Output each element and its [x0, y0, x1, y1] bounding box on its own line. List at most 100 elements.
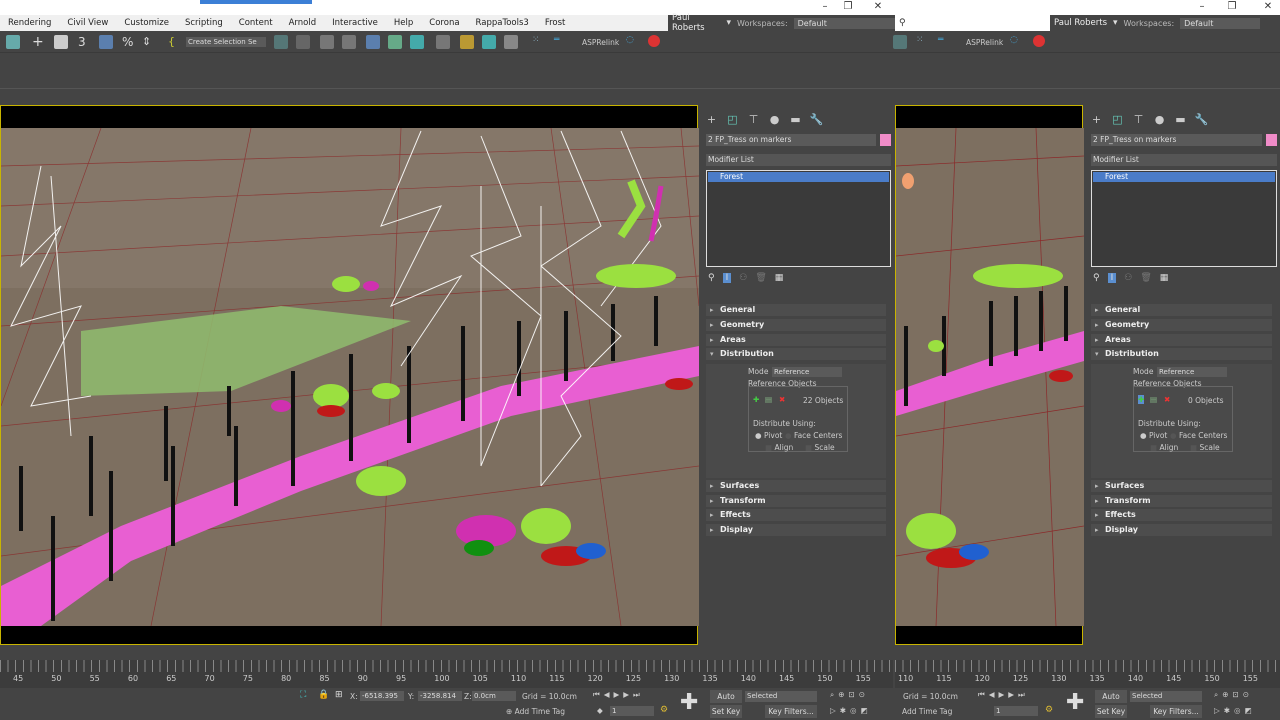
remove-modifier-icon[interactable]: 🗑	[1140, 273, 1151, 283]
utilities-tab-icon[interactable]: 🔧	[1194, 113, 1209, 128]
mode-dropdown[interactable]: Reference	[772, 367, 842, 377]
create-tab-icon[interactable]: +	[704, 113, 719, 128]
auto-key-button[interactable]: Auto Key	[710, 690, 742, 714]
stop-icon-2[interactable]	[1033, 35, 1045, 47]
add-list-icon[interactable]: ▤	[765, 395, 772, 404]
key-mode-icon[interactable]: ◆	[597, 706, 603, 715]
pivot-radio[interactable]: ● Pivot	[1140, 431, 1167, 440]
absolute-mode-icon[interactable]: ⊞	[335, 690, 343, 700]
scale-checkbox[interactable]: ■ Scale	[1190, 443, 1220, 452]
user-menu[interactable]: Paul Roberts	[672, 13, 721, 33]
key-mode-button[interactable]: ✚	[680, 690, 698, 715]
rollout-areas[interactable]: Areas	[1091, 334, 1272, 346]
object-color-swatch[interactable]	[880, 134, 891, 146]
ribbon-icon[interactable]	[342, 35, 356, 49]
menu-interactive[interactable]: Interactive	[324, 18, 386, 28]
utilities-tab-icon[interactable]: 🔧	[809, 113, 824, 128]
viewport-nav-controls[interactable]: ⌕⊕⊡⊙	[830, 690, 869, 700]
schematic-icon[interactable]	[410, 35, 424, 49]
pin-stack-icon[interactable]: ⚲	[1093, 273, 1100, 283]
move-icon[interactable]: +	[32, 35, 46, 49]
menu-arnold[interactable]: Arnold	[281, 18, 325, 28]
restore-icon[interactable]: ❐	[838, 1, 858, 12]
key-filter-dropdown[interactable]: Selected	[745, 691, 817, 702]
restore-icon-2[interactable]: ❐	[1222, 1, 1242, 12]
menu-scripting[interactable]: Scripting	[177, 18, 231, 28]
modifier-list-dropdown[interactable]: Modifier List	[1091, 154, 1277, 166]
face-centers-radio[interactable]: ● Face Centers	[785, 431, 842, 440]
make-unique-icon[interactable]: ⚇	[1124, 273, 1132, 283]
material-editor-icon[interactable]	[436, 35, 450, 49]
object-name-field[interactable]: 2 FP_Tress on markers	[706, 134, 876, 146]
perspective-viewport-2[interactable]	[895, 105, 1085, 645]
asprelink-button-2[interactable]: ASPRelink	[966, 38, 1003, 47]
face-centers-radio[interactable]: ● Face Centers	[1170, 431, 1227, 440]
menu-content[interactable]: Content	[231, 18, 281, 28]
rollout-display[interactable]: Display	[706, 524, 886, 536]
current-frame-field-2[interactable]: 1	[994, 706, 1038, 716]
object-color-swatch[interactable]	[1266, 134, 1277, 146]
x-coordinate-field[interactable]: -6518.395	[360, 691, 404, 701]
align-checkbox[interactable]: ■ Align	[1150, 443, 1178, 452]
remove-icon[interactable]: ✖	[779, 395, 785, 404]
display-tab-icon[interactable]: ▬	[1173, 113, 1188, 128]
named-selection-icon[interactable]: {	[168, 35, 182, 49]
rollout-surfaces[interactable]: Surfaces	[1091, 480, 1272, 492]
add-time-tag-2[interactable]: Add Time Tag	[902, 707, 952, 716]
snap-3d-icon[interactable]: 3	[78, 35, 92, 49]
selection-set-dropdown[interactable]: Create Selection Se	[186, 37, 266, 47]
configure-sets-icon[interactable]: ▦	[1160, 273, 1169, 283]
align-icon[interactable]	[296, 35, 310, 49]
asprelink-button[interactable]: ASPRelink	[582, 38, 619, 47]
rollout-transform[interactable]: Transform	[1091, 495, 1272, 507]
rollout-distribution[interactable]: Distribution	[706, 348, 886, 360]
rollout-general[interactable]: General	[706, 304, 886, 316]
rollout-surfaces[interactable]: Surfaces	[706, 480, 886, 492]
dots-circle-icon[interactable]: ◌	[626, 35, 640, 49]
hierarchy-tab-icon[interactable]: ⊤	[1131, 113, 1146, 128]
time-config-icon[interactable]: ⚙	[660, 705, 668, 715]
create-tab-icon[interactable]: +	[1089, 113, 1104, 128]
z-coordinate-field[interactable]: 0.0cm	[472, 691, 516, 701]
current-frame-field[interactable]: 1	[610, 706, 654, 716]
object-name-field[interactable]: 2 FP_Tress on markers	[1091, 134, 1262, 146]
render-setup-icon[interactable]	[460, 35, 474, 49]
measure-icon[interactable]: ═	[554, 35, 568, 49]
stack-item-forest[interactable]: Forest	[1093, 172, 1275, 182]
key-filters-button[interactable]: Key Filters...	[765, 705, 817, 718]
menu-help[interactable]: Help	[386, 18, 421, 28]
rollout-effects[interactable]: Effects	[706, 509, 886, 521]
show-end-result-icon[interactable]: I	[1107, 273, 1117, 283]
window-tab[interactable]	[200, 0, 312, 4]
auto-key-button-2[interactable]: Auto Key	[1095, 690, 1127, 714]
rollout-geometry[interactable]: Geometry	[1091, 319, 1272, 331]
modifier-list-dropdown[interactable]: Modifier List	[706, 154, 891, 166]
remove-modifier-icon[interactable]: 🗑	[755, 273, 766, 283]
add-list-icon[interactable]: ▤	[1150, 395, 1157, 404]
menu-corona[interactable]: Corona	[421, 18, 467, 28]
grid-icon-2[interactable]: ⁙	[916, 35, 930, 49]
menu-customize[interactable]: Customize	[116, 18, 177, 28]
dots-circle-icon-2[interactable]: ◌	[1010, 35, 1024, 49]
close-icon[interactable]: ✕	[868, 1, 888, 12]
key-filter-dropdown-2[interactable]: Selected	[1130, 691, 1202, 702]
spinner-snap-icon[interactable]: ⇕	[142, 35, 156, 49]
y-coordinate-field[interactable]: -3258.814	[418, 691, 462, 701]
lock-icon[interactable]: 🔒	[318, 690, 329, 700]
modify-tab-icon[interactable]: ◰	[725, 113, 740, 128]
viewport-nav-controls-3[interactable]: ⌕⊕⊡⊙	[1214, 690, 1253, 700]
close-icon-2[interactable]: ✕	[1258, 1, 1278, 12]
rollout-areas[interactable]: Areas	[706, 334, 886, 346]
viewport-nav-controls-2[interactable]: ▷✱◎◩	[830, 706, 872, 715]
rollout-display[interactable]: Display	[1091, 524, 1272, 536]
display-tab-icon[interactable]: ▬	[788, 113, 803, 128]
motion-tab-icon[interactable]: ●	[1152, 113, 1167, 128]
pivot-radio[interactable]: ● Pivot	[755, 431, 782, 440]
manipulate-icon[interactable]	[54, 35, 68, 49]
key-mode-button-2[interactable]: ✚	[1066, 690, 1084, 715]
modify-tab-icon[interactable]: ◰	[1110, 113, 1125, 128]
minimize-icon[interactable]: –	[815, 1, 835, 12]
mode-dropdown[interactable]: Reference	[1157, 367, 1227, 377]
select-icon[interactable]	[6, 35, 20, 49]
menu-rappatools3[interactable]: RappaTools3	[468, 18, 537, 28]
